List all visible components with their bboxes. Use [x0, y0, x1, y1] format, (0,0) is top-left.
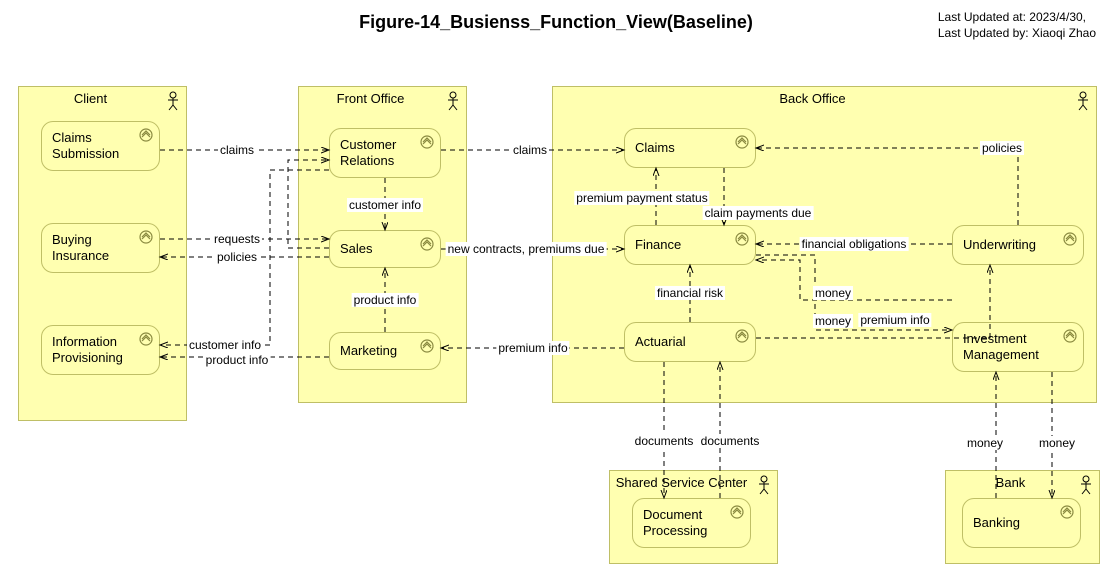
actor-icon [446, 91, 460, 111]
chevron-up-icon [420, 135, 434, 149]
chevron-up-icon [139, 332, 153, 346]
fn-buying-insurance: BuyingInsurance [41, 223, 160, 273]
fn-marketing: Marketing [329, 332, 441, 370]
edge-label-money: money [1037, 436, 1077, 450]
chevron-up-icon [420, 237, 434, 251]
edge-label-documents: documents [633, 434, 696, 448]
fn-claims-label: Claims [635, 140, 675, 156]
fn-information-provisioning: InformationProvisioning [41, 325, 160, 375]
actor-icon [166, 91, 180, 111]
diagram-canvas: Figure-14_Busienss_Function_View(Baselin… [0, 0, 1112, 571]
chevron-up-icon [1063, 329, 1077, 343]
fn-document-processing-label: DocumentProcessing [643, 507, 707, 538]
fn-actuarial: Actuarial [624, 322, 756, 362]
actor-icon [1079, 475, 1093, 495]
actor-front-office-title: Front Office [299, 91, 442, 106]
meta-updated-at-label: Last Updated at: [938, 10, 1026, 24]
actor-bank-title: Bank [946, 475, 1075, 490]
fn-customer-relations-label: CustomerRelations [340, 137, 396, 168]
fn-sales-label: Sales [340, 241, 373, 257]
chevron-up-icon [139, 230, 153, 244]
chevron-up-icon [1060, 505, 1074, 519]
edge-label-claims: claims [218, 143, 256, 157]
chevron-up-icon [420, 339, 434, 353]
edge-label-policies: policies [215, 250, 259, 264]
actor-icon [1076, 91, 1090, 111]
chevron-up-icon [735, 135, 749, 149]
fn-finance: Finance [624, 225, 756, 265]
meta-updated-by: Xiaoqi Zhao [1032, 26, 1096, 40]
fn-banking-label: Banking [973, 515, 1020, 531]
edge-label-customer-info: customer info [187, 338, 263, 352]
fn-customer-relations: CustomerRelations [329, 128, 441, 178]
edge-label-product-info: product info [204, 353, 271, 367]
edge-label-claims: claims [511, 143, 549, 157]
edge-label-documents: documents [699, 434, 762, 448]
fn-claims-submission: ClaimsSubmission [41, 121, 160, 171]
actor-client-title: Client [19, 91, 162, 106]
fn-buying-insurance-label: BuyingInsurance [52, 232, 109, 263]
fn-sales: Sales [329, 230, 441, 268]
fn-finance-label: Finance [635, 237, 681, 253]
fn-marketing-label: Marketing [340, 343, 397, 359]
fn-investment-management: InvestmentManagement [952, 322, 1084, 372]
fn-banking: Banking [962, 498, 1081, 548]
chevron-up-icon [139, 128, 153, 142]
fn-underwriting-label: Underwriting [963, 237, 1036, 253]
diagram-meta: Last Updated at: 2023/4/30, Last Updated… [938, 10, 1096, 41]
edge-label-money: money [965, 436, 1005, 450]
fn-investment-management-label: InvestmentManagement [963, 331, 1039, 362]
actor-shared-service-center-title: Shared Service Center [610, 475, 753, 490]
chevron-up-icon [735, 232, 749, 246]
fn-actuarial-label: Actuarial [635, 334, 686, 350]
edge-label-requests: requests [212, 232, 262, 246]
chevron-up-icon [735, 329, 749, 343]
fn-information-provisioning-label: InformationProvisioning [52, 334, 123, 365]
actor-back-office-title: Back Office [553, 91, 1072, 106]
meta-updated-by-label: Last Updated by: [938, 26, 1029, 40]
chevron-up-icon [730, 505, 744, 519]
fn-claims-submission-label: ClaimsSubmission [52, 130, 119, 161]
meta-updated-at: 2023/4/30, [1029, 10, 1086, 24]
fn-underwriting: Underwriting [952, 225, 1084, 265]
chevron-up-icon [1063, 232, 1077, 246]
actor-icon [757, 475, 771, 495]
fn-claims: Claims [624, 128, 756, 168]
fn-document-processing: DocumentProcessing [632, 498, 751, 548]
